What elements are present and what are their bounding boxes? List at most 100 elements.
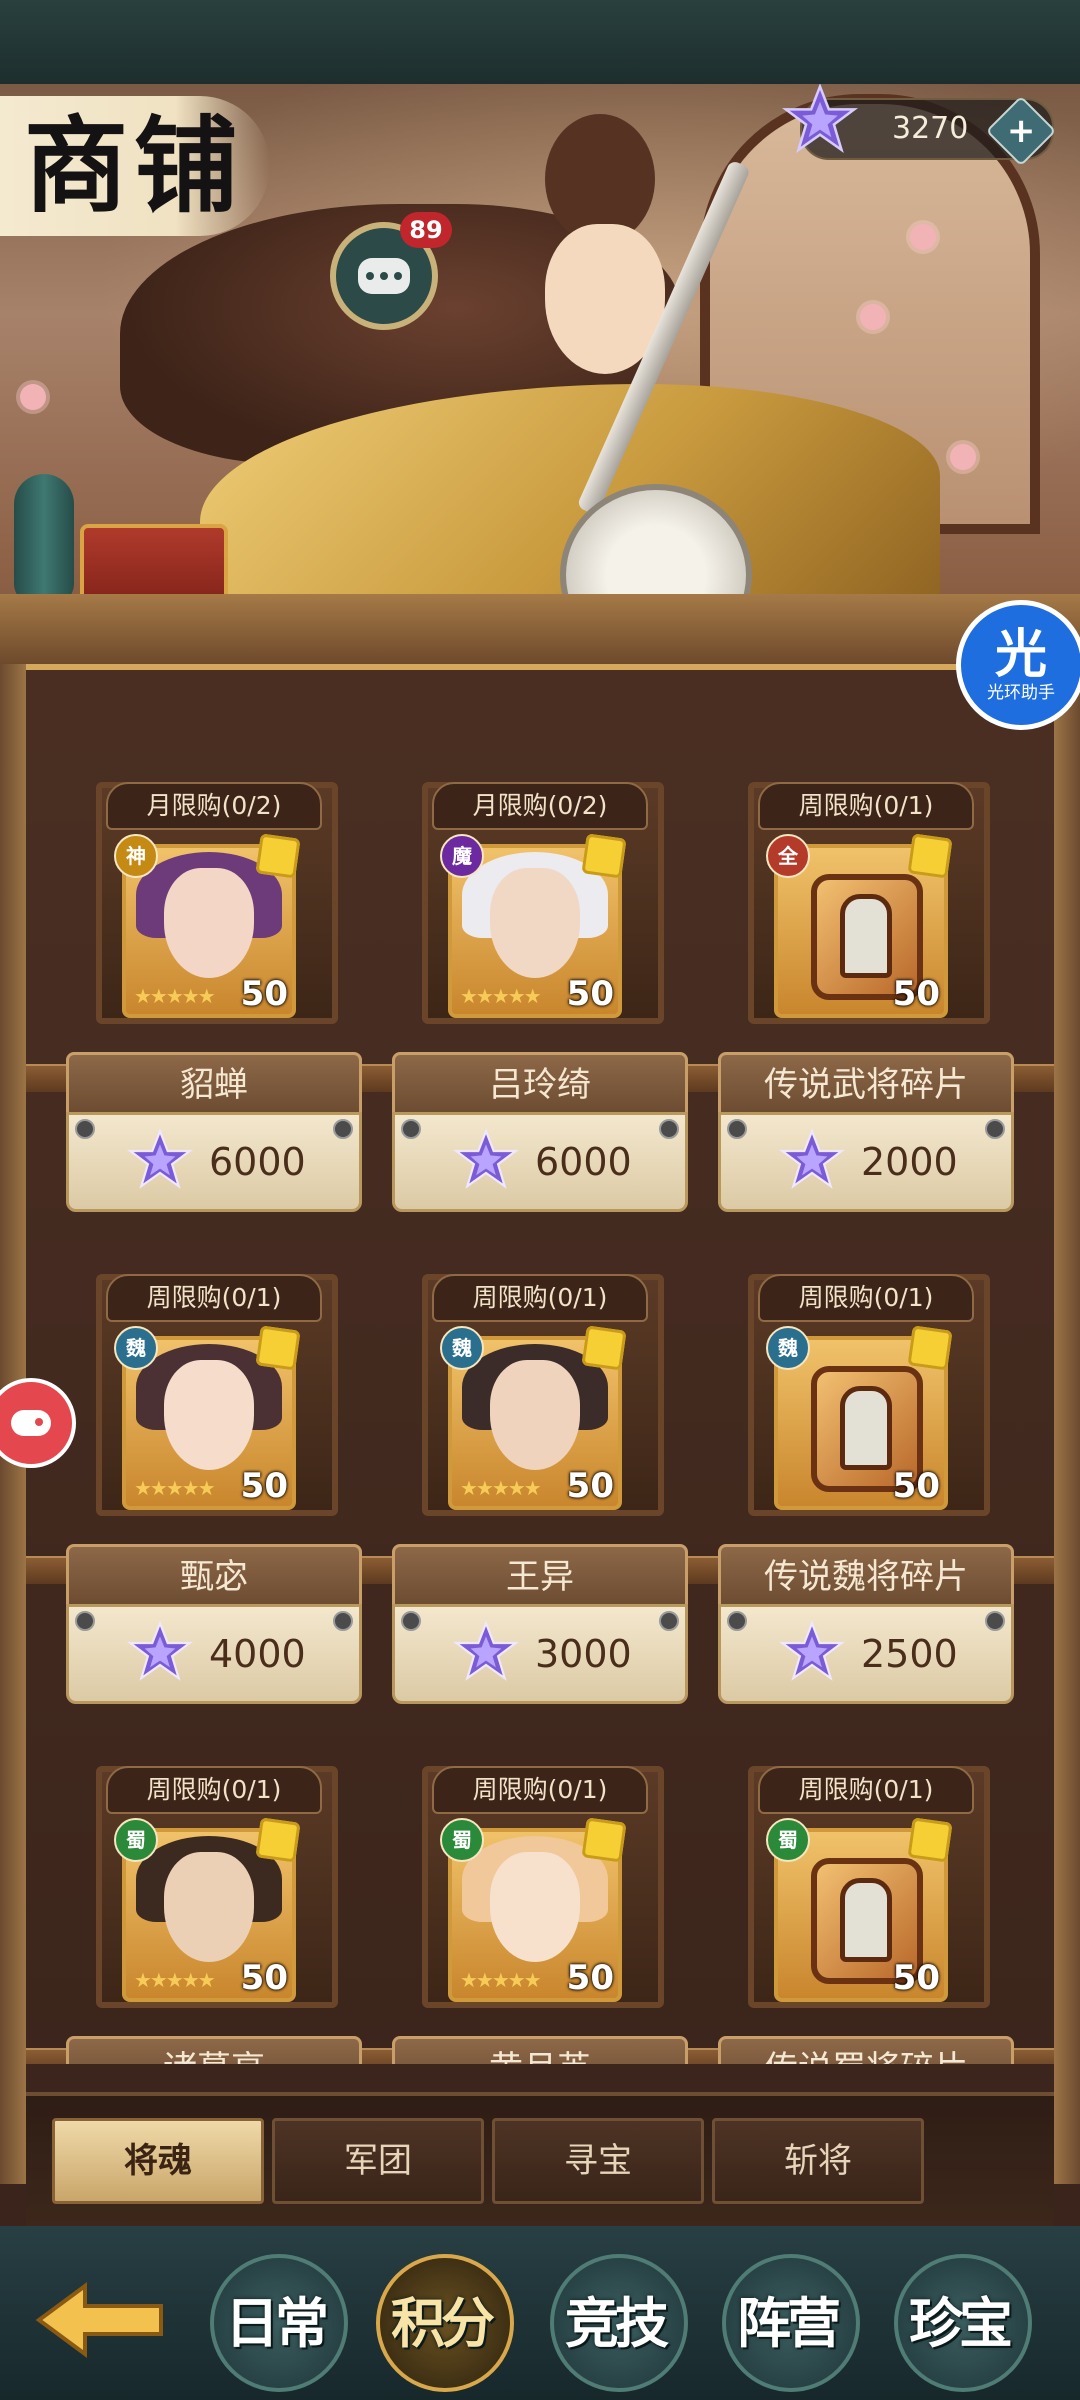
fragment-core (840, 894, 892, 978)
shop-item-card[interactable]: 周限购(0/1) ★★★★★ 50 魏王异 3000 (392, 1214, 688, 1704)
star-rating: ★★★★★ (134, 1968, 216, 1992)
faction-badge: 蜀 (440, 1818, 484, 1862)
plus-icon: + (1006, 111, 1036, 151)
puzzle-piece-icon (581, 833, 627, 879)
shop-item-card[interactable]: 周限购(0/1) ★★★★★ 50 蜀诸葛亮 (66, 1706, 362, 2064)
banner-vase (14, 474, 74, 594)
item-name: 吕玲绮 (392, 1052, 688, 1118)
purchase-limit: 周限购(0/1) (432, 1766, 648, 1814)
item-level: 50 (892, 1466, 940, 1506)
hero-face (164, 868, 254, 978)
puzzle-piece-icon (255, 1817, 301, 1863)
hero-face (164, 1852, 254, 1962)
rivet (401, 1611, 421, 1631)
blossom-icon (910, 224, 936, 250)
puzzle-piece-icon (581, 1817, 627, 1863)
item-name: 甄宓 (66, 1544, 362, 1610)
tab-jianghun[interactable]: 将魂 (52, 2118, 264, 2204)
faction-badge: 神 (114, 834, 158, 878)
purchase-limit: 月限购(0/2) (432, 782, 648, 830)
shop-item-card[interactable]: 周限购(0/1) ★★★★★ 50 魏甄宓 4000 (66, 1214, 362, 1704)
chat-unread-badge: 89 (400, 212, 452, 248)
back-button[interactable] (30, 2270, 170, 2370)
price-button[interactable]: 2000 (718, 1112, 1014, 1212)
nav-arena[interactable]: 竞技 (540, 2248, 690, 2392)
nav-label: 阵营 (737, 2290, 841, 2355)
currency-amount: 3270 (892, 111, 969, 146)
rivet (401, 1119, 421, 1139)
nav-label: 珍宝 (909, 2290, 1013, 2355)
shop-item-card[interactable]: 周限购(0/1) ★★★★★ 50 蜀黄月英 (392, 1706, 688, 2064)
rivet (75, 1611, 95, 1631)
faction-badge: 魏 (440, 1326, 484, 1370)
item-level: 50 (240, 1958, 288, 1998)
status-strip (0, 0, 1080, 88)
item-name: 貂蝉 (66, 1052, 362, 1118)
rivet (659, 1611, 679, 1631)
shop-item-card[interactable]: 月限购(0/2) ★★★★★ 50 神貂蝉 6000 (66, 722, 362, 1212)
item-price: 3000 (535, 1632, 632, 1676)
nav-treasure[interactable]: 珍宝 (884, 2248, 1034, 2392)
tab-zhanjiang[interactable]: 斩将 (712, 2118, 924, 2204)
purchase-limit: 周限购(0/1) (758, 1766, 974, 1814)
hero-face (490, 868, 580, 978)
faction-badge: 魔 (440, 834, 484, 878)
item-name: 诸葛亮 (66, 2036, 362, 2064)
shop-item-grid: 月限购(0/2) ★★★★★ 50 神貂蝉 6000 月限购(0/2) ★★★★★ 50 魔吕玲… (0, 664, 1080, 2064)
chat-icon (358, 258, 410, 294)
board-top-beam (0, 594, 1080, 670)
item-level: 50 (240, 974, 288, 1014)
purchase-limit: 周限购(0/1) (758, 782, 974, 830)
item-price: 6000 (209, 1140, 306, 1184)
puzzle-piece-icon (581, 1325, 627, 1371)
item-price: 2500 (861, 1632, 958, 1676)
puzzle-piece-icon (907, 1325, 953, 1371)
puzzle-piece-icon (255, 1325, 301, 1371)
nav-label: 日常 (225, 2290, 329, 2355)
shop-item-card[interactable]: 周限购(0/1) 50 魏传说魏将碎片 2500 (718, 1214, 1014, 1704)
price-button[interactable]: 4000 (66, 1604, 362, 1704)
item-level: 50 (566, 1958, 614, 1998)
puzzle-piece-icon (907, 833, 953, 879)
star-gem-icon (127, 1129, 193, 1189)
item-level: 50 (892, 974, 940, 1014)
price-button[interactable]: 3000 (392, 1604, 688, 1704)
nav-camp[interactable]: 阵营 (712, 2248, 862, 2392)
star-gem-icon (782, 84, 858, 154)
shop-item-card[interactable]: 周限购(0/1) 50 蜀传说蜀将碎片 (718, 1706, 1014, 2064)
faction-badge: 魏 (114, 1326, 158, 1370)
nav-daily[interactable]: 日常 (200, 2248, 350, 2392)
rivet (727, 1611, 747, 1631)
tab-juntuan[interactable]: 军团 (272, 2118, 484, 2204)
fragment-core (840, 1878, 892, 1962)
rivet (333, 1611, 353, 1631)
price-button[interactable]: 2500 (718, 1604, 1014, 1704)
nav-points[interactable]: 积分 (366, 2248, 516, 2392)
star-gem-icon (453, 1621, 519, 1681)
star-gem-icon (453, 1129, 519, 1189)
price-button[interactable]: 6000 (392, 1112, 688, 1212)
item-price: 4000 (209, 1632, 306, 1676)
shop-item-card[interactable]: 周限购(0/1) 50 全传说武将碎片 2000 (718, 722, 1014, 1212)
item-name: 传说蜀将碎片 (718, 2036, 1014, 2064)
star-rating: ★★★★★ (134, 1476, 216, 1500)
shop-item-card[interactable]: 月限购(0/2) ★★★★★ 50 魔吕玲绮 6000 (392, 722, 688, 1212)
purchase-limit: 月限购(0/2) (106, 782, 322, 830)
banner-treasure-chest (80, 524, 228, 594)
tab-xunbao[interactable]: 寻宝 (492, 2118, 704, 2204)
gamepad-icon (11, 1410, 51, 1436)
price-button[interactable]: 6000 (66, 1112, 362, 1212)
item-name: 王异 (392, 1544, 688, 1610)
hero-face (490, 1852, 580, 1962)
hero-face (164, 1360, 254, 1470)
faction-badge: 全 (766, 834, 810, 878)
faction-badge: 蜀 (114, 1818, 158, 1862)
item-level: 50 (892, 1958, 940, 1998)
item-price: 6000 (535, 1140, 632, 1184)
rivet (333, 1119, 353, 1139)
item-level: 50 (240, 1466, 288, 1506)
purchase-limit: 周限购(0/1) (758, 1274, 974, 1322)
star-rating: ★★★★★ (134, 984, 216, 1008)
faction-badge: 魏 (766, 1326, 810, 1370)
star-gem-icon (127, 1621, 193, 1681)
